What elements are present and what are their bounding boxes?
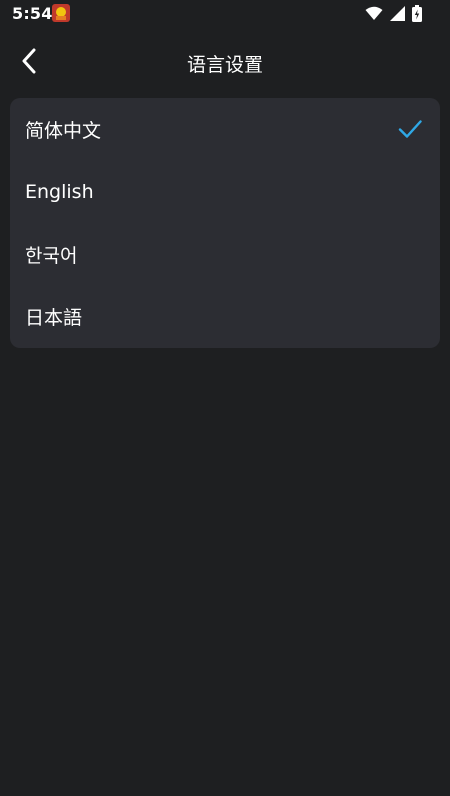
app-notification-icon [52,4,70,22]
language-option-korean[interactable]: 한국어 [10,223,440,286]
page-title: 语言设置 [186,54,263,76]
status-time: 5:54 [12,4,53,23]
language-label: English [25,180,94,203]
language-label: 日本語 [25,307,83,330]
status-icons [365,5,422,26]
cellular-signal-icon [390,6,405,25]
language-option-english[interactable]: English [10,161,440,224]
nav-bar: 语言设置 [0,40,450,86]
language-list: 简体中文 English 한국어 日本語 [10,98,440,348]
language-option-japanese[interactable]: 日本語 [10,286,440,349]
language-label: 한국어 [25,244,78,267]
checkmark-icon [398,117,422,141]
language-option-simplified-chinese[interactable]: 简体中文 [10,98,440,161]
battery-charging-icon [412,5,422,26]
wifi-icon [365,6,383,25]
status-bar: 5:54 [0,0,450,28]
language-label: 简体中文 [25,119,102,142]
